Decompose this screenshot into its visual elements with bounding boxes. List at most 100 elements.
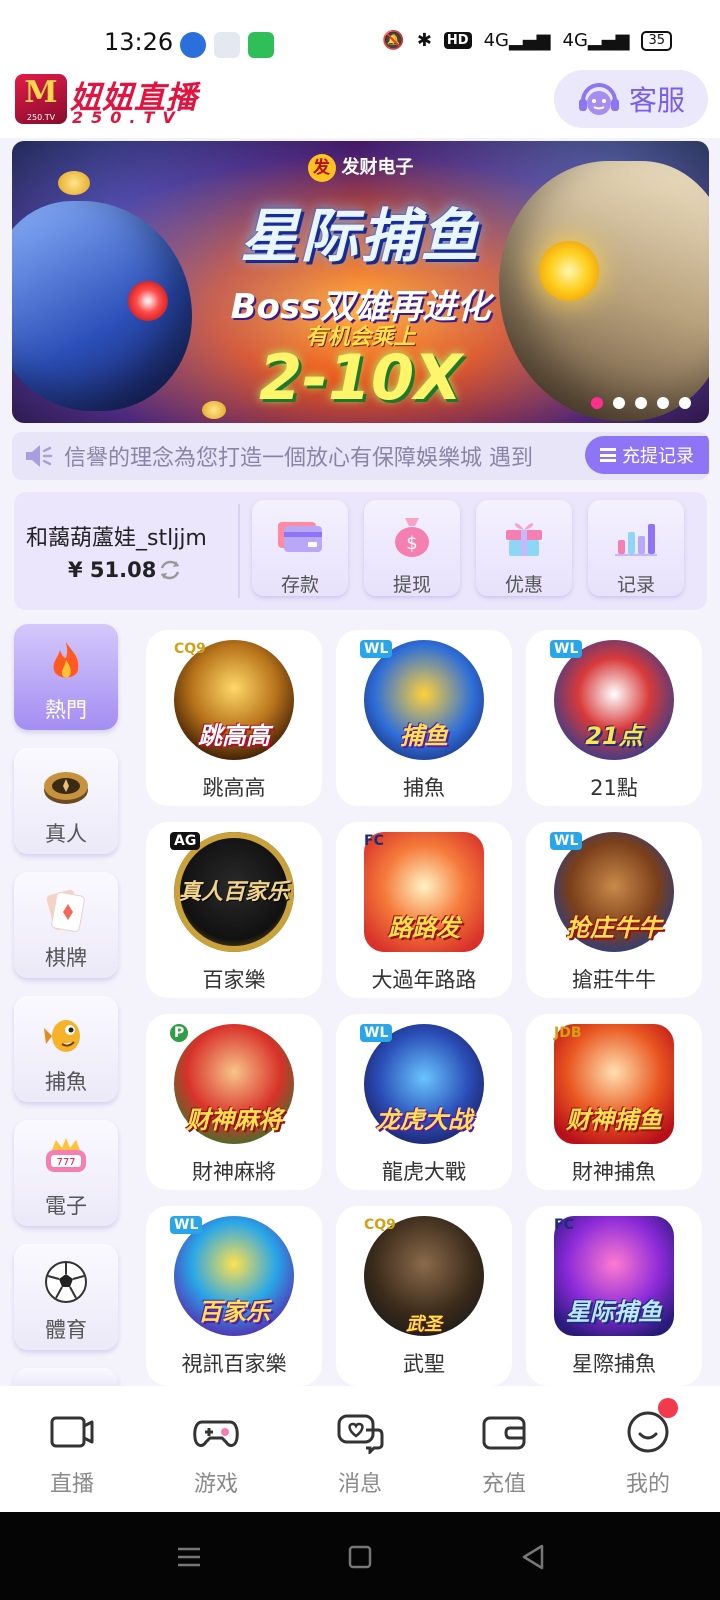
deposit-label: 存款 [280,574,319,596]
slot-icon: 777 [46,1138,86,1172]
flame-icon [53,642,79,678]
records-label: 记录 [616,574,655,596]
category-more[interactable] [14,1368,118,1386]
game-card-fortune-fishing[interactable]: JDB 财神捕鱼 財神捕魚 [526,1014,702,1190]
provider-badge: CQ9 [174,641,206,657]
provider-badge: WL [550,640,583,658]
category-label: 捕魚 [45,1070,87,1094]
provider-badge: WL [360,640,393,658]
signal-icon-2: 4G▂▄▆ [562,30,630,51]
svg-text:777: 777 [56,1157,75,1168]
game-label: 視訊百家樂 [181,1352,287,1376]
speaker-icon [26,445,53,467]
category-live[interactable]: 真人 [14,748,118,854]
nav-recharge[interactable]: 充值 [432,1386,576,1512]
game-card-dragon-tiger[interactable]: WL 龙虎大战 龍虎大戰 [336,1014,512,1190]
game-card-war-saint[interactable]: CQ9 武圣 武聖 [336,1206,512,1386]
wallet-icon [482,1416,526,1450]
game-art-title: 跳高高 [198,722,270,750]
hd-badge: HD [443,32,472,49]
game-art-title: 真人百家乐 [178,880,289,905]
game-label: 跳高高 [202,776,266,800]
gift-icon [506,523,542,556]
home-icon[interactable] [345,1542,375,1572]
provider-badge: FC [364,833,384,849]
game-card-fishing[interactable]: WL 捕鱼 捕魚 [336,630,512,806]
category-fishing[interactable]: 捕魚 [14,996,118,1102]
game-card-blackjack[interactable]: WL 21点 21點 [526,630,702,806]
game-label: 星際捕魚 [572,1352,656,1376]
promotions-button[interactable]: 优惠 [476,500,572,596]
nav-label: 游戏 [193,1472,238,1497]
provider-badge: WL [170,1216,203,1234]
deposit-withdraw-records-button[interactable]: 充提记录 [585,436,709,474]
category-sports[interactable]: 體育 [14,1244,118,1350]
battery-indicator: 35 [641,30,672,51]
account-card: 和藹葫蘆娃_stljjm ¥ 51.08 存款 $ 提现 优惠 记录 [12,490,709,612]
category-label: 熱門 [45,698,87,722]
game-art-title: 抢庄牛牛 [566,914,662,942]
promotions-label: 优惠 [504,574,543,596]
provider-badge: WL [360,1024,393,1042]
banner-pagination [591,397,691,409]
headset-icon [578,83,619,115]
soccer-ball-icon [45,1261,87,1303]
provider-badge: FC [554,1217,574,1233]
refresh-icon[interactable] [156,556,184,584]
status-indicators: 🔕 ✱ HD 4G▂▄▆ 4G▂▄▆ 35 [382,30,672,51]
chat-heart-icon [337,1414,384,1454]
nav-live[interactable]: 直播 [0,1386,144,1512]
banner-dot[interactable] [635,397,647,409]
game-card-jump-high[interactable]: CQ9 跳高高 跳高高 [146,630,322,806]
game-card-video-baccarat[interactable]: WL 百家乐 視訊百家樂 [146,1206,322,1386]
game-card-fortune-mahjong[interactable]: P 财神麻将 財神麻將 [146,1014,322,1190]
back-icon[interactable] [518,1542,548,1572]
banner-dot[interactable] [657,397,669,409]
game-card-star-fishing[interactable]: FC 星际捕鱼 星際捕魚 [526,1206,702,1386]
category-cards[interactable]: 棋牌 [14,872,118,978]
banner-title: 星际捕鱼 [240,202,481,270]
announcement-bar[interactable]: 信譽的理念為您打造一個放心有保障娛樂城 遇到 充提记录 [12,432,709,480]
game-label: 財神捕魚 [572,1160,656,1184]
nav-label: 消息 [337,1472,382,1497]
game-label: 龍虎大戰 [382,1160,466,1184]
records-button[interactable]: 记录 [588,500,684,596]
game-art-title: 21点 [585,722,643,750]
nav-messages[interactable]: 消息 [288,1386,432,1512]
category-slots[interactable]: 777 電子 [14,1120,118,1226]
bottom-navigation: 直播 游戏 消息 充值 我的 [0,1386,720,1512]
game-card-new-year-fortune[interactable]: FC 路路发 大過年路路 [336,822,512,998]
logo-subtitle: 250.TV [72,108,183,127]
withdraw-button[interactable]: $ 提现 [364,500,460,596]
game-card-baccarat[interactable]: AG 真人百家乐 百家樂 [146,822,322,998]
status-time: 13:26 [104,28,174,56]
list-icon [600,448,616,462]
nav-games[interactable]: 游戏 [144,1386,288,1512]
banner-dot[interactable] [591,397,603,409]
customer-service-button[interactable]: 客服 [554,70,708,128]
game-card-bull-bull[interactable]: WL 抢庄牛牛 搶莊牛牛 [526,822,702,998]
game-label: 武聖 [403,1352,445,1376]
game-label: 百家樂 [202,968,266,992]
banner-dot[interactable] [679,397,691,409]
game-art-title: 捕鱼 [400,722,448,750]
svg-text:$: $ [406,533,417,554]
money-bag-icon: $ [395,518,429,557]
nav-profile[interactable]: 我的 [576,1386,720,1512]
app-notification-icon [180,32,206,58]
app-logo[interactable]: M 250.TV [15,74,67,124]
game-art-title: 财神麻将 [186,1106,282,1134]
category-label: 體育 [45,1318,87,1342]
username: 和藹葫蘆娃_stljjm [26,526,207,551]
game-art-title: 路路发 [388,914,460,942]
promo-banner[interactable]: 发发财电子 星际捕鱼 Boss双雄再进化 有机会乘上 2-10X [12,141,709,423]
provider-badge: AG [170,832,201,850]
game-art-title: 武圣 [406,1314,442,1335]
game-label: 搶莊牛牛 [572,968,656,992]
deposit-button[interactable]: 存款 [252,500,348,596]
banner-dot[interactable] [613,397,625,409]
menu-icon[interactable] [174,1542,204,1572]
category-hot[interactable]: 熱門 [14,624,118,730]
provider-badge: CQ9 [364,1217,396,1233]
game-label: 財神麻將 [192,1160,276,1184]
